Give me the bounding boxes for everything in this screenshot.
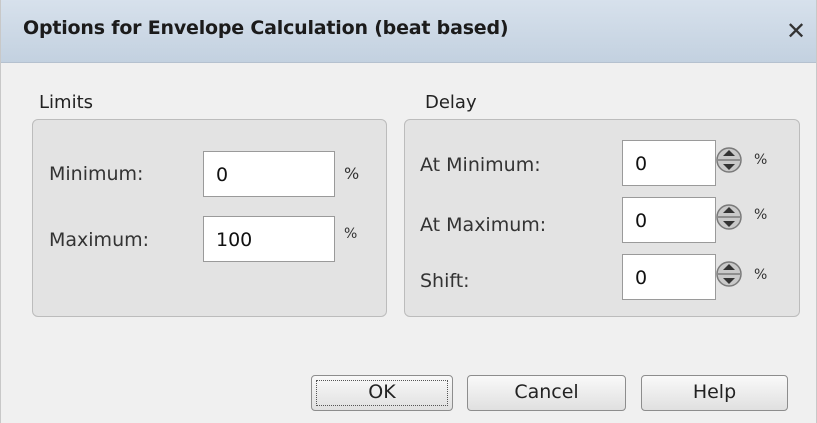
at-maximum-input[interactable]: 0 xyxy=(622,197,716,243)
title-bar[interactable]: Options for Envelope Calculation (beat b… xyxy=(1,0,816,63)
window-title: Options for Envelope Calculation (beat b… xyxy=(23,17,509,39)
maximum-label: Maximum: xyxy=(49,229,150,251)
maximum-input[interactable]: 100 xyxy=(203,216,335,262)
cancel-button[interactable]: Cancel xyxy=(467,375,626,411)
shift-label: Shift: xyxy=(420,270,470,292)
delay-group-label: Delay xyxy=(425,92,477,113)
minimum-label: Minimum: xyxy=(49,163,144,185)
envelope-options-dialog: Options for Envelope Calculation (beat b… xyxy=(0,0,817,423)
close-icon[interactable]: ✕ xyxy=(783,17,809,45)
shift-spinner-icon[interactable] xyxy=(715,254,743,294)
ok-button[interactable]: OK xyxy=(311,375,453,411)
shift-input[interactable]: 0 xyxy=(622,254,716,300)
minimum-unit: % xyxy=(344,164,360,183)
minimum-input[interactable]: 0 xyxy=(203,151,335,197)
shift-unit: % xyxy=(754,267,768,283)
maximum-unit: % xyxy=(344,226,358,242)
at-maximum-unit: % xyxy=(754,207,768,223)
at-minimum-label: At Minimum: xyxy=(420,154,541,176)
at-maximum-spinner-icon[interactable] xyxy=(715,197,743,237)
at-maximum-label: At Maximum: xyxy=(420,214,547,236)
at-minimum-input[interactable]: 0 xyxy=(622,140,716,186)
help-button[interactable]: Help xyxy=(641,375,788,411)
at-minimum-spinner-icon[interactable] xyxy=(715,140,743,180)
limits-group-label: Limits xyxy=(39,92,93,113)
at-minimum-unit: % xyxy=(754,152,768,168)
